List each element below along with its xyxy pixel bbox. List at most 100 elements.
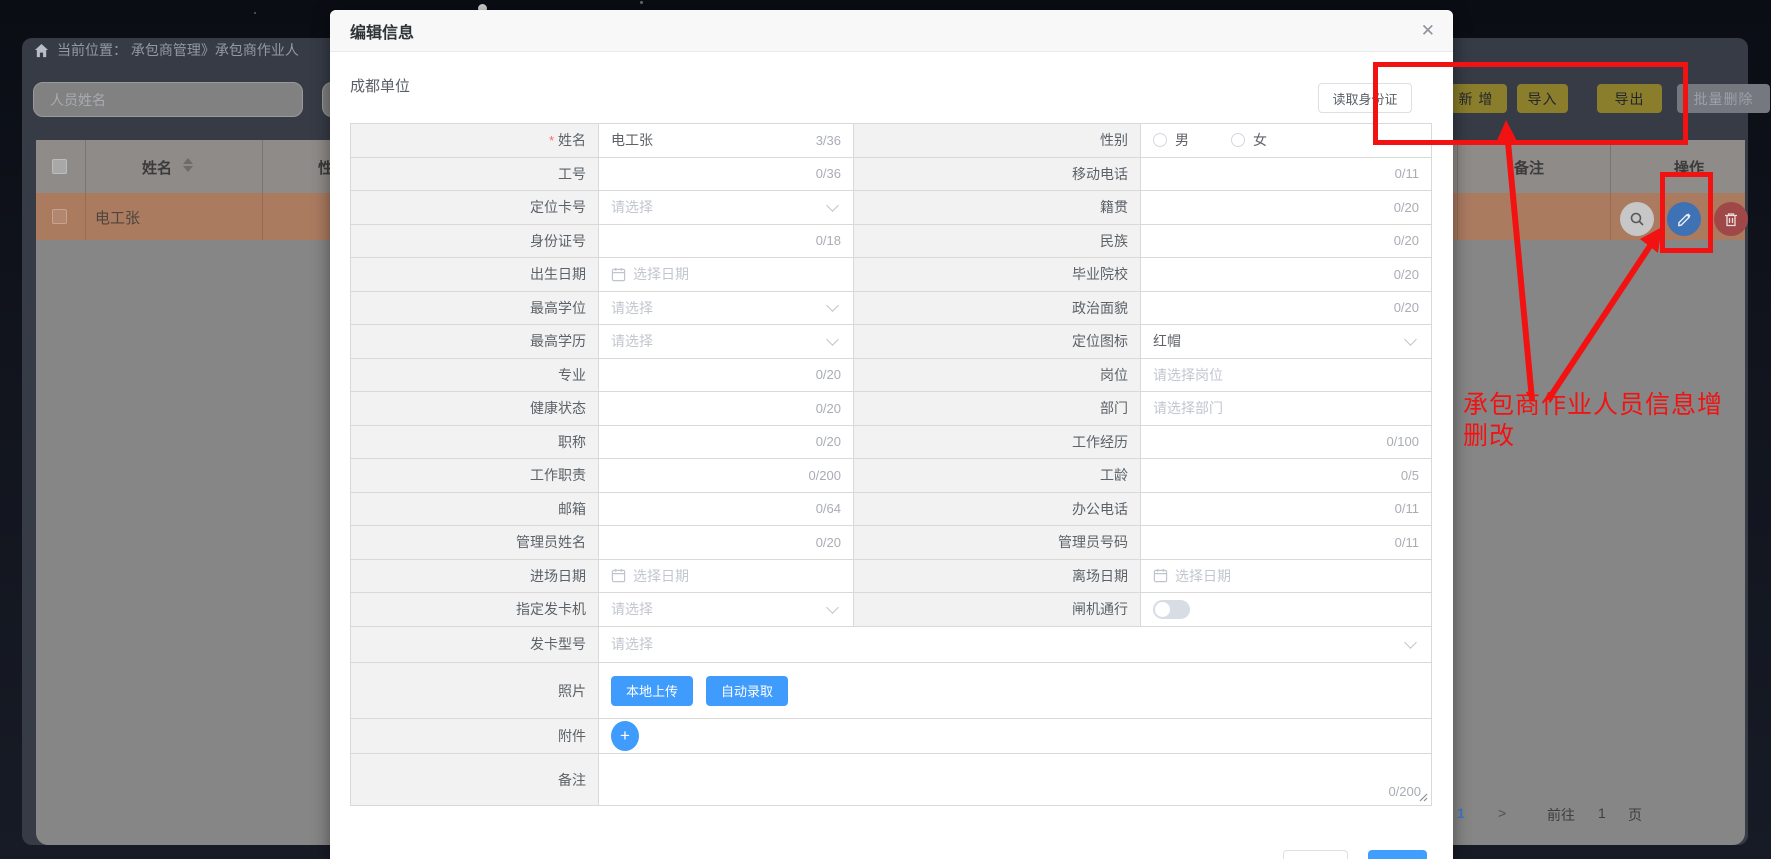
batch-delete-button[interactable]: 批量删除 — [1677, 84, 1770, 113]
gate-pass-toggle[interactable] — [1141, 593, 1432, 627]
plus-icon: + — [620, 726, 630, 746]
label-text: 移动电话 — [1072, 164, 1128, 184]
form-label: 出生日期 — [351, 258, 599, 292]
health-input[interactable]: 0/20 — [599, 392, 854, 426]
label-text: 定位卡号 — [530, 197, 586, 217]
email-input[interactable]: 0/64 — [599, 493, 854, 527]
label-text: 籍贯 — [1100, 197, 1128, 217]
field-value: 选择日期 — [1175, 566, 1419, 586]
annotation-text: 承包商作业人员信息增删改 — [1463, 390, 1731, 452]
radio-option-0[interactable]: 男 — [1153, 130, 1189, 150]
dialog-title: 编辑信息 — [350, 19, 414, 43]
confirm-button[interactable] — [1368, 850, 1427, 859]
pagination-current-page[interactable]: 1 — [1457, 805, 1465, 821]
label-text: 管理员号码 — [1058, 532, 1128, 552]
label-text: 办公电话 — [1072, 499, 1128, 519]
department-input[interactable]: 请选择部门 — [1141, 392, 1432, 426]
chevron-down-icon — [1404, 333, 1417, 346]
remark-textarea[interactable]: 0/200 — [599, 754, 1432, 806]
work-years-input[interactable]: 0/5 — [1141, 459, 1432, 493]
card-issuer-select[interactable]: 请选择 — [599, 593, 854, 627]
auto-capture-button[interactable]: 自动录取 — [706, 676, 788, 706]
form-label: 工作职责 — [351, 459, 599, 493]
native-place-input[interactable]: 0/20 — [1141, 191, 1432, 225]
char-counter: 0/20 — [1394, 267, 1419, 282]
cancel-button[interactable] — [1283, 850, 1348, 859]
edit-info-dialog: 编辑信息 ✕ 成都单位 读取身份证 *姓名电工张3/36性别男女工号0/36移动… — [330, 10, 1453, 859]
radio-option-1[interactable]: 女 — [1231, 130, 1267, 150]
pagination-goto-input[interactable]: 1 — [1598, 805, 1606, 821]
duty-input[interactable]: 0/200 — [599, 459, 854, 493]
form-label: 备注 — [351, 754, 599, 806]
admin-phone-input[interactable]: 0/11 — [1141, 526, 1432, 560]
form-label: 最高学位 — [351, 292, 599, 326]
annotation-rect-edit-icon — [1660, 172, 1713, 253]
row-checkbox[interactable] — [52, 209, 67, 224]
locate-icon-select[interactable]: 红帽 — [1141, 325, 1432, 359]
field-value: 红帽 — [1153, 331, 1398, 351]
form-label: 毕业院校 — [854, 258, 1141, 292]
local-upload-button[interactable]: 本地上传 — [611, 676, 693, 706]
education-select[interactable]: 请选择 — [599, 325, 854, 359]
search-input[interactable]: 人员姓名 — [33, 82, 303, 117]
nation-input[interactable]: 0/20 — [1141, 225, 1432, 259]
office-phone-input[interactable]: 0/11 — [1141, 493, 1432, 527]
post-input[interactable]: 请选择岗位 — [1141, 359, 1432, 393]
form-label: 管理员号码 — [854, 526, 1141, 560]
sort-carets-icon[interactable] — [183, 158, 193, 172]
char-counter: 0/20 — [1394, 233, 1419, 248]
label-text: 性别 — [1100, 130, 1128, 150]
calendar-icon — [1153, 568, 1168, 583]
label-text: 定位图标 — [1072, 331, 1128, 351]
label-text: 离场日期 — [1072, 566, 1128, 586]
char-counter: 0/64 — [816, 501, 841, 516]
locate-card-select[interactable]: 请选择 — [599, 191, 854, 225]
char-counter: 0/20 — [816, 367, 841, 382]
degree-select[interactable]: 请选择 — [599, 292, 854, 326]
chevron-down-icon — [826, 199, 839, 212]
political-input[interactable]: 0/20 — [1141, 292, 1432, 326]
card-model-select[interactable]: 请选择 — [599, 627, 1432, 664]
form-label: 闸机通行 — [854, 593, 1141, 627]
particle-dot — [254, 12, 256, 14]
major-input[interactable]: 0/20 — [599, 359, 854, 393]
leave-date-picker[interactable]: 选择日期 — [1141, 560, 1432, 594]
label-text: 专业 — [558, 365, 586, 385]
select-all-checkbox[interactable] — [52, 159, 67, 174]
char-counter: 0/20 — [816, 401, 841, 416]
enter-date-picker[interactable]: 选择日期 — [599, 560, 854, 594]
mobile-input[interactable]: 0/11 — [1141, 158, 1432, 192]
label-text: 政治面貌 — [1072, 298, 1128, 318]
label-text: 指定发卡机 — [516, 599, 586, 619]
form-row: 邮箱0/64办公电话0/11 — [351, 493, 1432, 527]
employee-no-input[interactable]: 0/36 — [599, 158, 854, 192]
button-label: 自动录取 — [721, 681, 773, 700]
view-button[interactable] — [1620, 202, 1654, 236]
close-icon[interactable]: ✕ — [1421, 22, 1435, 39]
admin-name-input[interactable]: 0/20 — [599, 526, 854, 560]
photo-upload[interactable]: 本地上传 自动录取 — [599, 663, 1432, 719]
title-input[interactable]: 0/20 — [599, 426, 854, 460]
field-value: 选择日期 — [633, 566, 841, 586]
gate-pass-toggle-track[interactable] — [1153, 600, 1190, 619]
calendar-icon — [611, 267, 626, 282]
label-text: 部门 — [1100, 398, 1128, 418]
add-attachment-button[interactable]: + — [611, 721, 639, 751]
form-label: 性别 — [854, 124, 1141, 158]
form-label: *姓名 — [351, 124, 599, 158]
form-row: 最高学位请选择 政治面貌 0/20 — [351, 292, 1432, 326]
delete-button[interactable] — [1714, 202, 1748, 236]
form-label: 工作经历 — [854, 426, 1141, 460]
form-row: 备注 0/200 — [351, 754, 1432, 806]
birth-date-picker[interactable]: 选择日期 — [599, 258, 854, 292]
resize-handle-icon[interactable] — [1418, 792, 1428, 802]
char-counter: 0/200 — [1388, 784, 1421, 799]
work-exp-input[interactable]: 0/100 — [1141, 426, 1432, 460]
label-text: 备注 — [558, 770, 586, 790]
name-input[interactable]: 电工张3/36 — [599, 124, 854, 158]
search-icon — [1629, 211, 1645, 227]
pagination-next-button[interactable]: > — [1498, 805, 1506, 821]
id-number-input[interactable]: 0/18 — [599, 225, 854, 259]
attachment-add[interactable]: + — [599, 719, 1432, 754]
school-input[interactable]: 0/20 — [1141, 258, 1432, 292]
